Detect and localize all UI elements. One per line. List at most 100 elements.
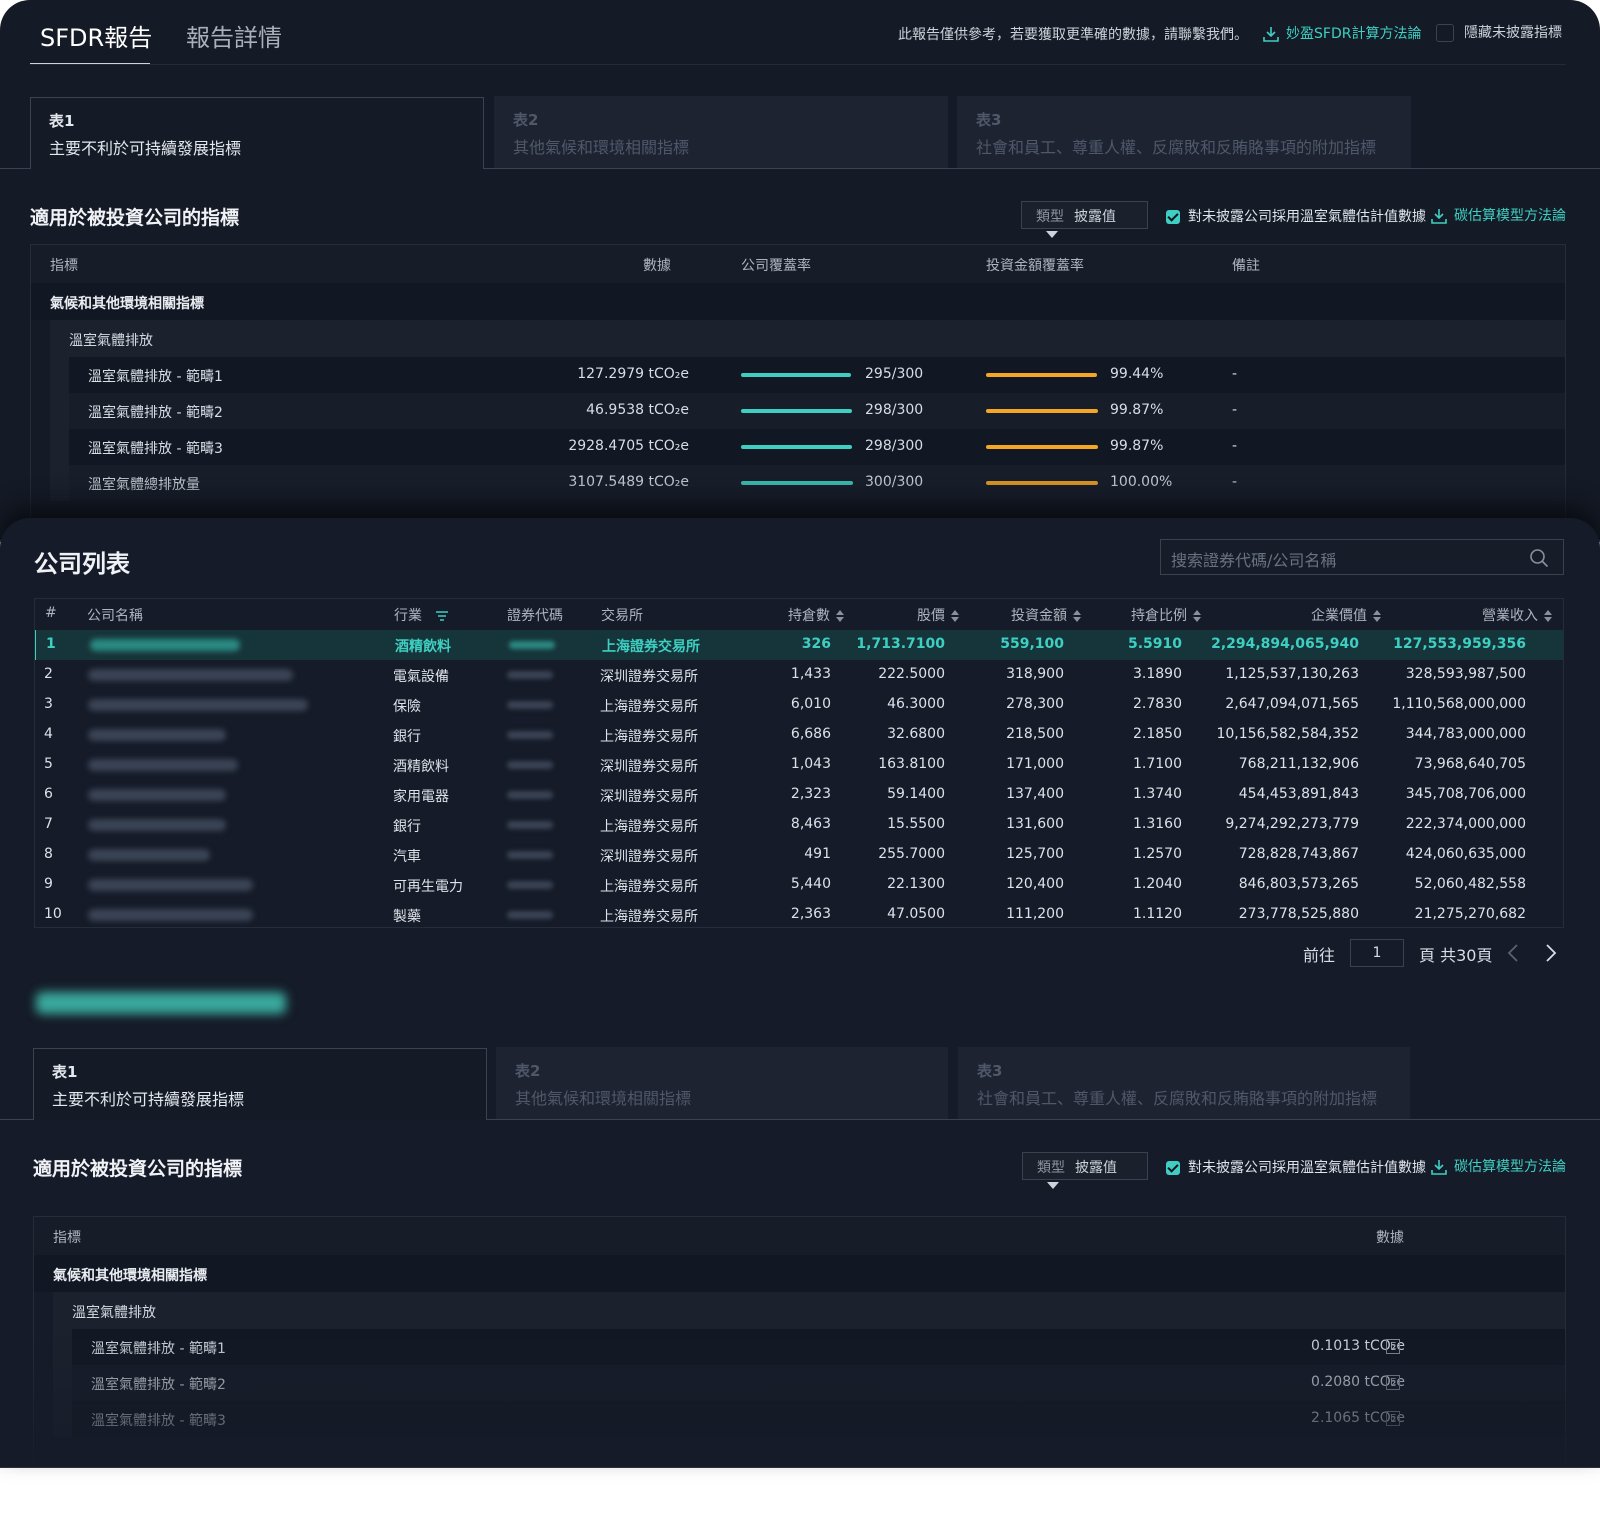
table-row[interactable]: 4 銀行 上海證券交易所 6,686 32.6800 218,500 2.1850 10,15… [34,720,1564,750]
hide-undisclosed-checkbox[interactable] [1436,24,1454,42]
tab-sfdr-report[interactable]: SFDR報告 [40,18,152,53]
tab-table3[interactable]: 表3 社會和員工、尊重人權、反腐敗和反賄賂事項的附加指標 [957,96,1411,168]
price-cell: 163.8100 [878,756,945,772]
company-list-title: 公司列表 [34,550,130,578]
ev-cell: 10,156,582,584,352 [1216,726,1359,742]
company-name-redacted[interactable] [90,639,240,651]
company-name-redacted[interactable] [88,849,210,861]
col-industry[interactable]: 行業 [394,605,448,625]
company-name-redacted[interactable] [88,669,293,681]
exchange-cell: 深圳證券交易所 [600,759,698,775]
row-index: 5 [44,756,53,772]
filter-icon[interactable] [436,611,448,621]
estimate-checkbox[interactable] [1166,1161,1180,1175]
estimate-option[interactable]: 對未披露公司採用溫室氣體估計值數據 [1166,1157,1426,1177]
prev-page-icon[interactable] [1506,943,1520,963]
table-row[interactable]: 7 銀行 上海證券交易所 8,463 15.5500 131,600 1.3160 9,274… [34,810,1564,840]
indent-spacer [50,393,69,429]
company-coverage-value: 298/300 [865,402,924,418]
tab-table2-description: 其他氣候和環境相關指標 [513,138,690,157]
estimate-option[interactable]: 對未披露公司採用溫室氣體估計值數據 [1166,206,1426,226]
tab-table1[interactable]: 表1 主要不利於可持續發展指標 [33,1048,487,1120]
next-page-icon[interactable] [1544,943,1558,963]
tab-table1[interactable]: 表1 主要不利於可持續發展指標 [30,97,484,169]
col-amount[interactable]: 投資金額 [1011,605,1081,625]
company-name-redacted[interactable] [88,879,253,891]
company-name-redacted[interactable] [88,729,226,741]
table-row[interactable]: 9 可再生電力 上海證券交易所 5,440 22.1300 120,400 1.2040 84… [34,870,1564,900]
ev-cell: 9,274,292,273,779 [1225,816,1359,832]
amount-cell: 559,100 [1000,636,1064,652]
revenue-cell: 328,593,987,500 [1405,666,1526,682]
exchange-cell: 深圳證券交易所 [600,789,698,805]
indent-spacer [31,357,50,393]
type-select[interactable]: 類型 披露值 [1021,201,1148,238]
indicator-value: 3107.5489 tCO₂e [568,474,689,490]
type-select-label: 類型 [1037,1160,1065,1176]
col-shares[interactable]: 持倉數 [788,605,844,625]
security-code-redacted [509,641,555,649]
sort-icon[interactable] [1373,610,1381,622]
sort-icon[interactable] [1193,610,1201,622]
type-select[interactable]: 類型 披露值 [1022,1152,1148,1189]
indicator-table: 指標 數據 公司覆蓋率 投資金額覆蓋率 備註 氣候和其他環境相關指標 溫室氣體排… [30,244,1566,544]
estimate-checkbox[interactable] [1166,210,1180,224]
sfdr-method-link[interactable]: 妙盈SFDR計算方法論 [1262,23,1421,43]
ev-cell: 2,294,894,065,940 [1211,636,1359,652]
table-row[interactable]: 2 電氣設備 深圳證券交易所 1,433 222.5000 318,900 3.1890 1,… [34,660,1564,690]
col-data: 數據 [643,258,671,274]
company-coverage-bar [741,409,853,413]
carbon-method-link[interactable]: 碳估算模型方法論 [1430,205,1566,225]
col-price[interactable]: 股價 [917,605,959,625]
tab-table2-description: 其他氣候和環境相關指標 [515,1089,692,1108]
table-row[interactable]: 8 汽車 深圳證券交易所 491 255.7000 125,700 1.2570 728,82… [34,840,1564,870]
investment-coverage-bar [986,445,1098,449]
subgroup-row: 溫室氣體排放 [34,1292,1565,1329]
page-input[interactable]: 1 [1350,939,1404,967]
tab-report-details[interactable]: 報告詳情 [186,18,282,53]
tab-table2[interactable]: 表2 其他氣候和環境相關指標 [494,96,948,168]
company-name-redacted[interactable] [88,819,226,831]
price-cell: 255.7000 [878,846,945,862]
investment-coverage-value: 99.87% [1110,438,1164,454]
exchange-cell: 上海證券交易所 [600,909,698,925]
company-name-redacted[interactable] [88,759,238,771]
investment-coverage-value: 99.44% [1110,366,1164,382]
sort-icon[interactable] [1073,610,1081,622]
ratio-cell: 1.7100 [1133,756,1182,772]
table-row[interactable]: 10 製藥 上海證券交易所 2,363 47.0500 111,200 1.1120 273,… [34,900,1564,930]
indicator-value: 2928.4705 tCO₂e [568,438,689,454]
table-row[interactable]: 5 酒精飲料 深圳證券交易所 1,043 163.8100 171,000 1.7100 76… [34,750,1564,780]
ev-cell: 454,453,891,843 [1238,786,1359,802]
company-name-redacted[interactable] [88,789,226,801]
col-ratio[interactable]: 持倉比例 [1131,605,1201,625]
amount-cell: 171,000 [1006,756,1064,772]
estimate-option-label: 對未披露公司採用溫室氣體估計值數據 [1188,1160,1426,1176]
carbon-method-link[interactable]: 碳估算模型方法論 [1430,1156,1566,1176]
col-enterprise-value[interactable]: 企業價值 [1311,605,1381,625]
tab-table1-description: 主要不利於可持續發展指標 [49,139,242,158]
exchange-cell: 上海證券交易所 [600,879,698,895]
tab-table2-number: 表2 [513,111,539,129]
tab-table3[interactable]: 表3 社會和員工、尊重人權、反腐敗和反賄賂事項的附加指標 [958,1047,1410,1119]
hide-undisclosed-toggle[interactable]: 隱藏未披露指標 [1436,22,1562,42]
search-input[interactable]: 搜索證券代碼/公司名稱 [1160,539,1564,575]
indicator-row: 溫室氣體排放 - 範疇2 46.9538 tCO₂e 298/300 99.87% - [31,393,1565,429]
company-name-redacted[interactable] [88,699,308,711]
sort-icon[interactable] [951,610,959,622]
industry-cell: 銀行 [393,819,421,835]
table-row[interactable]: 3 保險 上海證券交易所 6,010 46.3000 278,300 2.7830 2,647… [34,690,1564,720]
col-revenue[interactable]: 營業收入 [1482,605,1552,625]
indicator-name: 溫室氣體排放 - 範疇2 [88,405,223,421]
search-icon[interactable] [1529,548,1549,568]
ev-cell: 846,803,573,265 [1238,876,1359,892]
group-label: 氣候和其他環境相關指標 [53,1268,207,1284]
indent-spacer [53,1329,72,1365]
sort-icon[interactable] [1544,610,1552,622]
company-name-redacted[interactable] [88,909,253,921]
sort-icon[interactable] [836,610,844,622]
table-row[interactable]: 1 酒精飲料 上海證券交易所 326 1,713.7100 559,100 5.5910 2,… [34,630,1564,660]
tab-table2[interactable]: 表2 其他氣候和環境相關指標 [496,1047,948,1119]
industry-cell: 電氣設備 [393,669,449,685]
table-row[interactable]: 6 家用電器 深圳證券交易所 2,323 59.1400 137,400 1.3740 454… [34,780,1564,810]
